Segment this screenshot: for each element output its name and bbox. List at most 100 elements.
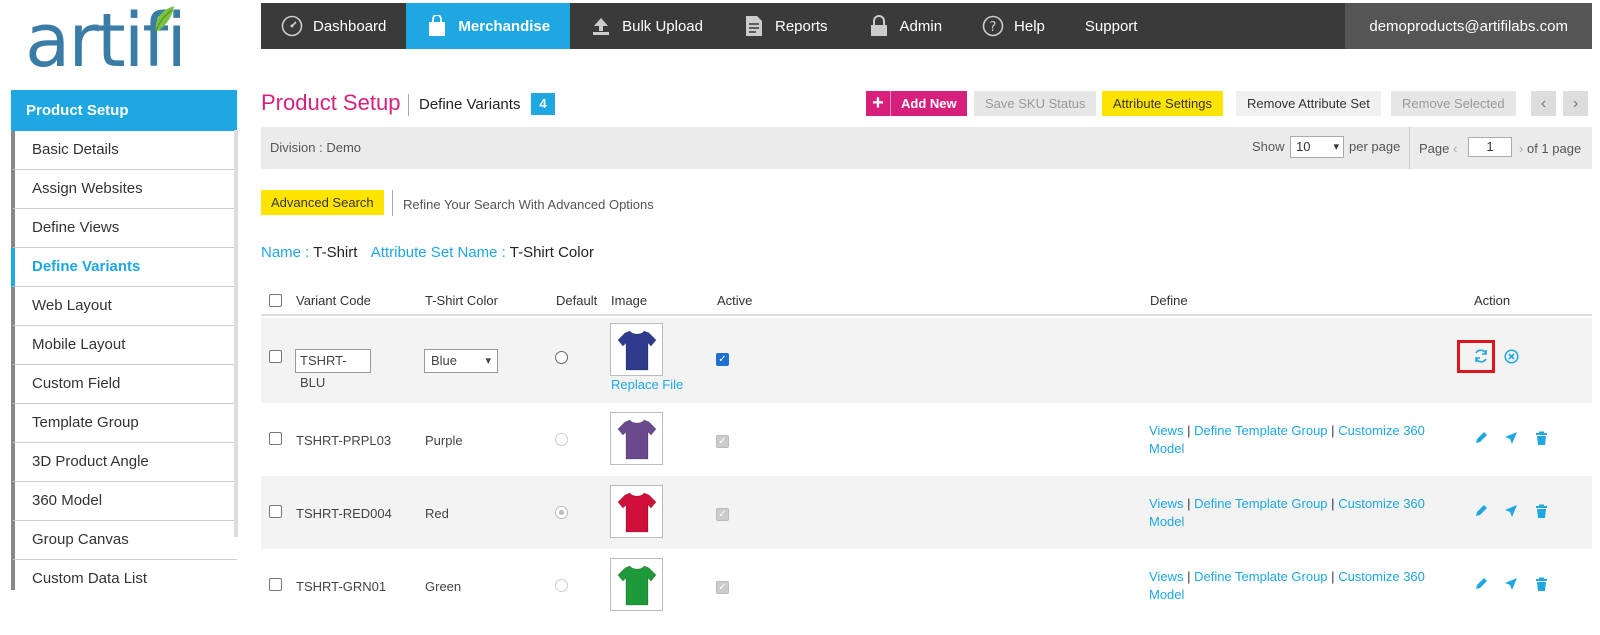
active-checkbox[interactable]: ✓ [716, 581, 729, 594]
row-checkbox[interactable] [269, 350, 282, 363]
sidebar-scrollbar[interactable] [234, 130, 238, 537]
send-icon[interactable] [1502, 575, 1520, 593]
active-checkbox[interactable]: ✓ [716, 435, 729, 448]
edit-pencil-icon[interactable] [1472, 502, 1490, 520]
active-checkbox[interactable]: ✓ [716, 508, 729, 521]
table-header: Variant Code T-Shirt Color Default Image… [261, 286, 1592, 316]
per-page-select[interactable]: 10 ▾ [1290, 136, 1344, 158]
define-template-group-link[interactable]: Define Template Group [1194, 569, 1327, 584]
column-tshirt-color[interactable]: T-Shirt Color [425, 293, 498, 308]
search-divider [392, 190, 393, 216]
nav-bulk-upload[interactable]: Bulk Upload [570, 3, 723, 49]
attribute-set-key: Attribute Set Name : [370, 244, 510, 261]
title-divider [408, 94, 409, 116]
variant-code: TSHRT-RED004 [296, 506, 392, 521]
save-sku-status-button[interactable]: Save SKU Status [974, 91, 1097, 116]
default-radio[interactable] [555, 351, 568, 364]
delete-trash-icon[interactable] [1532, 502, 1550, 520]
nav-reports[interactable]: Reports [723, 3, 848, 49]
page-label: Page ‹ [1419, 141, 1457, 156]
nav-merchandise[interactable]: Merchandise [406, 3, 571, 49]
prev-arrow-button[interactable]: ‹ [1531, 91, 1556, 116]
pager-divider [1409, 127, 1410, 169]
sidebar-item-define-variants[interactable]: Define Variants [11, 248, 237, 287]
chevron-down-icon: ▾ [485, 355, 491, 367]
product-thumbnail[interactable] [610, 485, 663, 538]
page-number-input[interactable]: 1 [1468, 137, 1512, 157]
nav-support[interactable]: Support [1065, 3, 1158, 49]
sidebar-item-custom-field[interactable]: Custom Field [11, 365, 237, 404]
attribute-settings-button[interactable]: Attribute Settings [1102, 91, 1223, 116]
sidebar-item-3d-product-angle[interactable]: 3D Product Angle [11, 443, 237, 482]
page-prev-icon[interactable]: ‹ [1453, 141, 1457, 156]
sidebar-item-group-canvas[interactable]: Group Canvas [11, 521, 237, 560]
page-next-icon[interactable]: › [1519, 141, 1523, 156]
default-radio[interactable] [555, 433, 568, 446]
default-radio[interactable] [555, 579, 568, 592]
product-thumbnail[interactable] [610, 323, 663, 376]
product-thumbnail[interactable] [610, 412, 663, 465]
nav-help[interactable]: ? Help [962, 3, 1065, 49]
nav-dashboard[interactable]: Dashboard [261, 3, 406, 49]
row-checkbox[interactable] [269, 432, 282, 445]
advanced-search-button[interactable]: Advanced Search [261, 190, 384, 215]
send-icon[interactable] [1502, 429, 1520, 447]
color-select-value: Blue [431, 353, 458, 368]
column-active[interactable]: Active [717, 293, 752, 308]
document-icon [743, 15, 765, 37]
sidebar-item-assign-websites[interactable]: Assign Websites [11, 170, 237, 209]
define-template-group-link[interactable]: Define Template Group [1194, 423, 1327, 438]
page-text: Page [1419, 141, 1450, 156]
tshirt-color: Red [425, 506, 449, 521]
replace-file-link[interactable]: Replace File [611, 377, 683, 392]
sidebar-item-define-views[interactable]: Define Views [11, 209, 237, 248]
nav-admin[interactable]: Admin [848, 3, 963, 49]
column-action: Action [1474, 293, 1511, 308]
nav-dashboard-label: Dashboard [313, 17, 387, 35]
variant-code: TSHRT-PRPL03 [296, 433, 392, 448]
views-link[interactable]: Views [1149, 423, 1183, 438]
cancel-icon[interactable] [1502, 347, 1520, 365]
add-new-button[interactable]: + Add New [866, 91, 967, 116]
select-all-checkbox[interactable] [269, 294, 282, 307]
nav-reports-label: Reports [774, 17, 828, 35]
next-arrow-button[interactable]: › [1563, 91, 1588, 116]
sidebar-item-custom-data-list[interactable]: Custom Data List [11, 560, 237, 590]
artifi-logo[interactable]: artifi [25, 0, 210, 84]
delete-trash-icon[interactable] [1532, 429, 1550, 447]
sidebar-item-template-group[interactable]: Template Group [11, 404, 237, 443]
filter-bar: Division : Demo Show 10 ▾ per page Page … [261, 127, 1592, 169]
upload-icon [590, 15, 612, 37]
sidebar-item-mobile-layout[interactable]: Mobile Layout [11, 326, 237, 365]
name-key: Name : [261, 244, 314, 261]
edit-pencil-icon[interactable] [1472, 575, 1490, 593]
views-link[interactable]: Views [1149, 496, 1183, 511]
views-link[interactable]: Views [1149, 569, 1183, 584]
row-checkbox[interactable] [269, 578, 282, 591]
active-checkbox[interactable]: ✓ [716, 353, 729, 366]
variant-code-input[interactable]: TSHRT-BLU [295, 349, 371, 390]
column-default[interactable]: Default [556, 293, 597, 308]
column-variant-code[interactable]: Variant Code [296, 293, 371, 308]
sidebar-header: Product Setup [11, 90, 237, 131]
nav-admin-label: Admin [899, 17, 943, 35]
color-select[interactable]: Blue ▾ [424, 349, 498, 373]
add-new-label: Add New [901, 96, 957, 111]
send-icon[interactable] [1502, 502, 1520, 520]
sidebar-item-360-model[interactable]: 360 Model [11, 482, 237, 521]
page-of-text: of 1 page [1526, 141, 1582, 156]
sidebar-item-basic-details[interactable]: Basic Details [11, 131, 237, 170]
remove-selected-button[interactable]: Remove Selected [1391, 91, 1516, 116]
delete-trash-icon[interactable] [1532, 575, 1550, 593]
user-account[interactable]: demoproducts@artifilabs.com [1345, 3, 1592, 49]
sidebar-item-web-layout[interactable]: Web Layout [11, 287, 237, 326]
row-checkbox[interactable] [269, 505, 282, 518]
edit-pencil-icon[interactable] [1472, 429, 1490, 447]
product-thumbnail[interactable] [610, 558, 663, 611]
default-radio[interactable] [555, 506, 568, 519]
tshirt-image [616, 564, 657, 605]
page-title: Product Setup [261, 90, 401, 115]
define-template-group-link[interactable]: Define Template Group [1194, 496, 1327, 511]
leaf-icon [155, 6, 174, 33]
remove-attribute-set-button[interactable]: Remove Attribute Set [1236, 91, 1381, 116]
